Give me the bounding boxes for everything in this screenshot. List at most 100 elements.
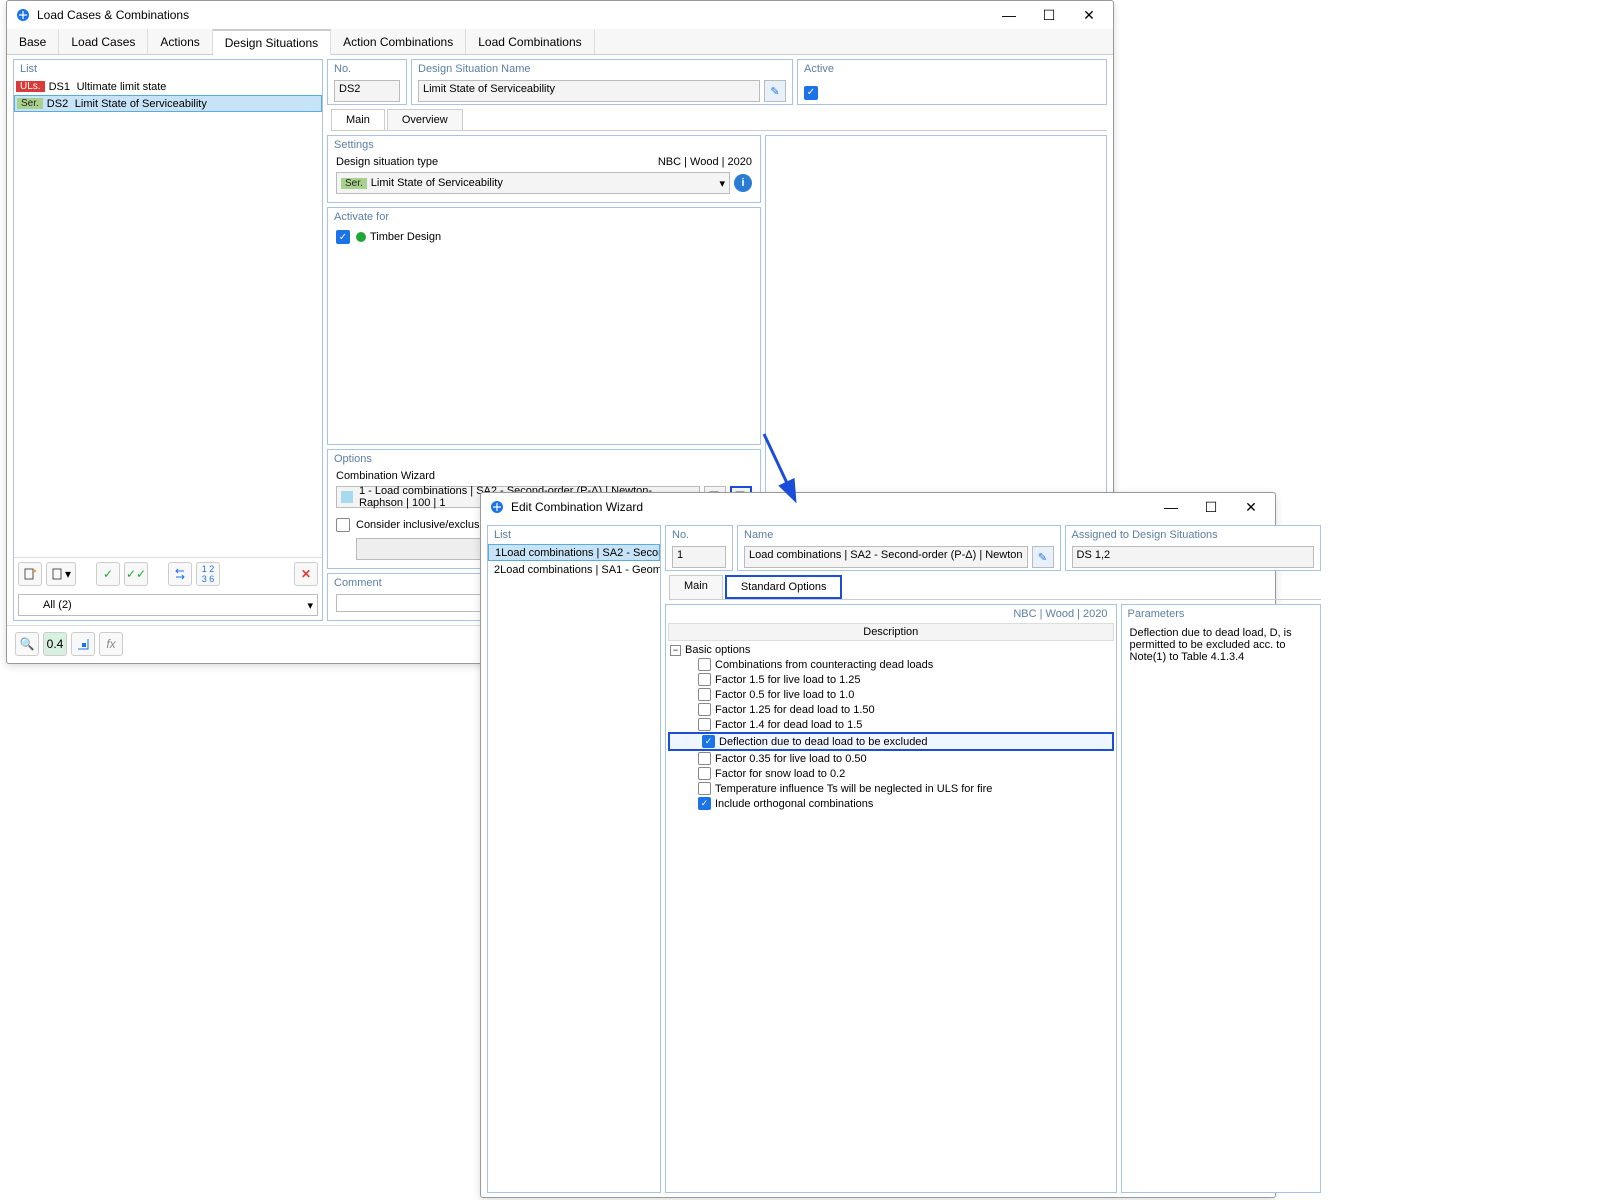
list-item-ds1[interactable]: ULs. DS1 Ultimate limit state <box>14 78 322 95</box>
ds-name-field[interactable]: Limit State of Serviceability <box>418 80 760 102</box>
sub-list-item-2[interactable]: 2 Load combinations | SA1 - Geometr <box>488 561 660 578</box>
fx-button[interactable]: fx <box>99 632 123 656</box>
ds-name: Limit State of Serviceability <box>75 98 207 110</box>
option-row[interactable]: Factor 0.35 for live load to 0.50 <box>666 751 1116 766</box>
ds-type-value: Limit State of Serviceability <box>371 177 720 189</box>
sub-name-label: Name <box>738 526 1060 544</box>
no-label: No. <box>328 60 406 78</box>
swap-button[interactable] <box>168 562 192 586</box>
option-label: Deflection due to dead load to be exclud… <box>719 736 928 748</box>
option-checkbox[interactable] <box>698 782 711 795</box>
option-row[interactable]: Factor for snow load to 0.2 <box>666 766 1116 781</box>
ds-code: DS2 <box>47 98 75 110</box>
copy-button[interactable]: ▾ <box>46 562 76 586</box>
main-tabs: Base Load Cases Actions Design Situation… <box>7 29 1113 55</box>
app-icon <box>489 499 505 515</box>
option-label: Factor 0.35 for live load to 0.50 <box>715 753 867 765</box>
option-checkbox[interactable]: ✓ <box>698 797 711 810</box>
option-label: Temperature influence Ts will be neglect… <box>715 783 992 795</box>
option-label: Factor for snow load to 0.2 <box>715 768 845 780</box>
calc-button[interactable]: 0.4 <box>43 632 67 656</box>
tab-base[interactable]: Base <box>7 29 59 54</box>
settings-label: Settings <box>328 136 760 154</box>
tab-design-situations[interactable]: Design Situations <box>213 29 331 55</box>
ser-badge: Ser. <box>341 178 367 189</box>
option-label: Factor 1.5 for live load to 1.25 <box>715 674 861 686</box>
check-all-button[interactable]: ✓✓ <box>124 562 148 586</box>
pivot-button[interactable] <box>71 632 95 656</box>
active-label: Active <box>798 60 1106 78</box>
basic-options-group[interactable]: − Basic options <box>666 643 1116 657</box>
collapse-icon[interactable]: − <box>670 645 681 656</box>
active-checkbox[interactable]: ✓ <box>804 86 818 100</box>
option-checkbox[interactable] <box>698 688 711 701</box>
option-label: Factor 1.4 for dead load to 1.5 <box>715 719 862 731</box>
basic-options-label: Basic options <box>685 644 750 656</box>
edit-name-button[interactable]: ✎ <box>764 80 786 102</box>
assigned-label: Assigned to Design Situations <box>1066 526 1320 544</box>
option-checkbox[interactable] <box>698 752 711 765</box>
option-checkbox[interactable] <box>698 718 711 731</box>
new-button[interactable] <box>18 562 42 586</box>
sub-titlebar: Edit Combination Wizard — ☐ ✕ <box>481 493 1275 521</box>
sub-list-title: List <box>488 526 660 544</box>
inner-tab-main[interactable]: Main <box>331 109 385 130</box>
filter-select[interactable]: All (2) ▾ <box>18 594 318 616</box>
maximize-button[interactable]: ☐ <box>1029 1 1069 29</box>
tab-load-combinations[interactable]: Load Combinations <box>466 29 594 54</box>
ser-badge: Ser. <box>17 98 43 109</box>
dot-icon <box>356 232 366 242</box>
tab-load-cases[interactable]: Load Cases <box>59 29 148 54</box>
sub-code-label: NBC | Wood | 2020 <box>666 605 1116 623</box>
option-row[interactable]: Factor 0.5 for live load to 1.0 <box>666 687 1116 702</box>
delete-button[interactable]: ✕ <box>294 562 318 586</box>
option-checkbox[interactable] <box>698 658 711 671</box>
inner-tab-overview[interactable]: Overview <box>387 109 463 130</box>
option-row[interactable]: Factor 1.5 for live load to 1.25 <box>666 672 1116 687</box>
option-checkbox[interactable] <box>698 703 711 716</box>
sub-name-field[interactable]: Load combinations | SA2 - Second-order (… <box>744 546 1028 568</box>
option-label: Combinations from counteracting dead loa… <box>715 659 933 671</box>
uls-badge: ULs. <box>16 81 45 92</box>
sub-maximize-button[interactable]: ☐ <box>1191 493 1231 521</box>
timber-checkbox[interactable]: ✓ <box>336 230 350 244</box>
tab-actions[interactable]: Actions <box>148 29 212 54</box>
tab-action-combinations[interactable]: Action Combinations <box>331 29 466 54</box>
parameters-label: Parameters <box>1122 605 1320 623</box>
sub-no-field[interactable]: 1 <box>672 546 726 568</box>
option-row[interactable]: ✓Include orthogonal combinations <box>666 796 1116 811</box>
option-row[interactable]: Temperature influence Ts will be neglect… <box>666 781 1116 796</box>
wizard-label: Combination Wizard <box>328 468 760 484</box>
info-button[interactable]: i <box>734 174 752 192</box>
sub-close-button[interactable]: ✕ <box>1231 493 1271 521</box>
sub-tab-standard-options[interactable]: Standard Options <box>725 575 843 599</box>
list-item-ds2[interactable]: Ser. DS2 Limit State of Serviceability <box>14 95 322 112</box>
code-label: NBC | Wood | 2020 <box>658 156 752 168</box>
option-row[interactable]: Combinations from counteracting dead loa… <box>666 657 1116 672</box>
option-row[interactable]: Factor 1.25 for dead load to 1.50 <box>666 702 1116 717</box>
sub-minimize-button[interactable]: — <box>1151 493 1191 521</box>
sub-tab-main[interactable]: Main <box>669 575 723 599</box>
sub-list-item-1[interactable]: 1 Load combinations | SA2 - Second- <box>488 544 660 561</box>
option-label: Factor 0.5 for live load to 1.0 <box>715 689 854 701</box>
no-field[interactable]: DS2 <box>334 80 400 102</box>
search-button[interactable]: 🔍 <box>15 632 39 656</box>
option-checkbox[interactable]: ✓ <box>702 735 715 748</box>
close-button[interactable]: ✕ <box>1069 1 1109 29</box>
filter-label: All (2) <box>43 599 72 611</box>
chevron-down-icon: ▾ <box>307 599 313 612</box>
assigned-field[interactable]: DS 1,2 <box>1072 546 1314 568</box>
ds-type-select[interactable]: Ser. Limit State of Serviceability ▾ <box>336 172 730 194</box>
minimize-button[interactable]: — <box>989 1 1029 29</box>
renumber-button[interactable]: 1 23 6 <box>196 562 220 586</box>
option-checkbox[interactable] <box>698 673 711 686</box>
check-button[interactable]: ✓ <box>96 562 120 586</box>
option-row[interactable]: Factor 1.4 for dead load to 1.5 <box>666 717 1116 732</box>
timber-label: Timber Design <box>370 231 441 243</box>
option-checkbox[interactable] <box>698 767 711 780</box>
option-row[interactable]: ✓ Deflection due to dead load to be exclu… <box>668 732 1114 751</box>
sub-edit-name-button[interactable]: ✎ <box>1032 546 1054 568</box>
inclusive-checkbox[interactable] <box>336 518 350 532</box>
app-icon <box>15 7 31 23</box>
options-label: Options <box>328 450 760 468</box>
